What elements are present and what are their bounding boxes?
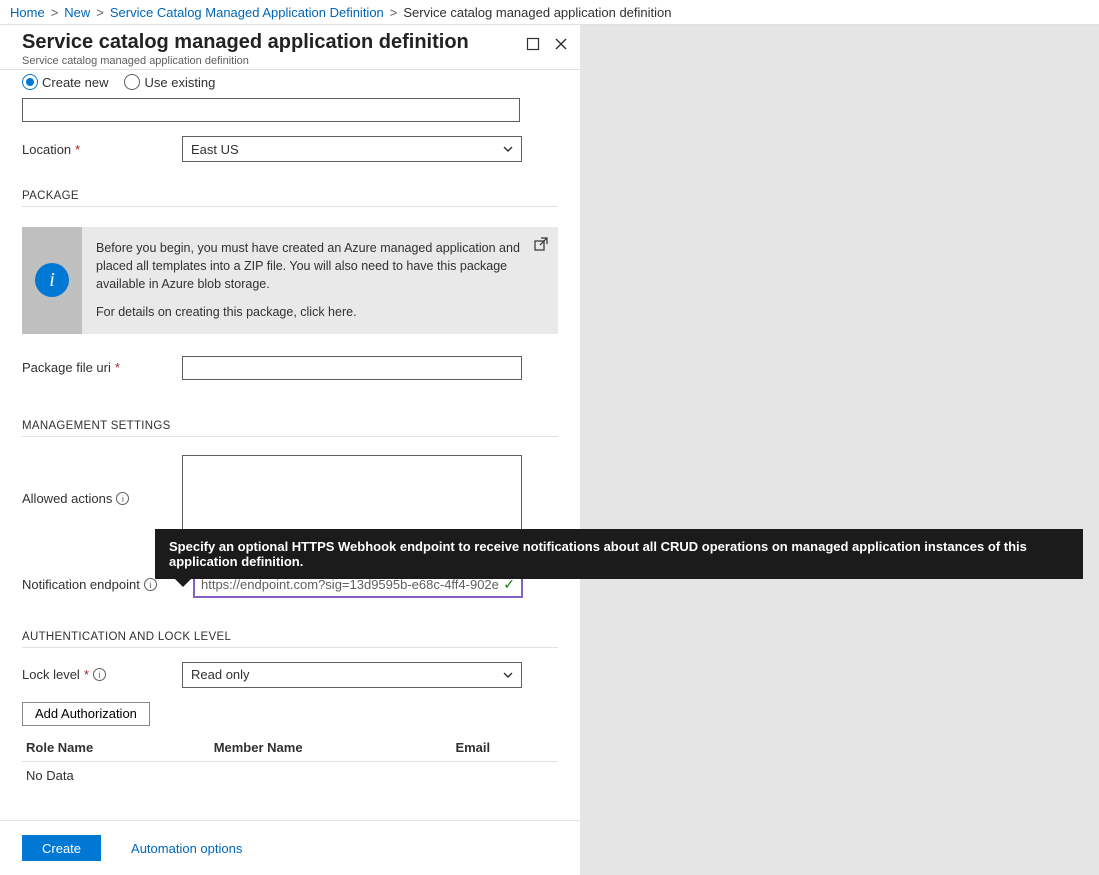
notification-endpoint-value: https://endpoint.com?sig=13d9595b-e68c-4… — [201, 577, 499, 592]
create-button[interactable]: Create — [22, 835, 101, 861]
radio-create-new-label: Create new — [42, 75, 108, 90]
allowed-actions-label: Allowed actions i — [22, 491, 182, 506]
notification-endpoint-label: Notification endpoint i — [22, 577, 194, 592]
blade-body[interactable]: Create new Use existing Location* East U… — [0, 70, 580, 820]
blade-subtitle: Service catalog managed application defi… — [22, 55, 566, 67]
lock-level-value: Read only — [191, 667, 250, 682]
location-select[interactable]: East US — [182, 136, 522, 162]
breadcrumb-catalog[interactable]: Service Catalog Managed Application Defi… — [110, 5, 384, 20]
radio-create-new[interactable]: Create new — [22, 74, 108, 90]
section-package: PACKAGE — [22, 190, 558, 207]
radio-use-existing-label: Use existing — [144, 75, 215, 90]
table-row-empty: No Data — [22, 761, 558, 789]
breadcrumb-sep: > — [51, 5, 59, 20]
package-info-text1: Before you begin, you must have created … — [96, 239, 544, 293]
breadcrumb: Home > New > Service Catalog Managed App… — [0, 0, 1099, 25]
breadcrumb-new[interactable]: New — [64, 5, 90, 20]
automation-options-link[interactable]: Automation options — [131, 841, 242, 856]
right-gray-panel — [580, 25, 1099, 875]
package-infobox: i Before you begin, you must have create… — [22, 227, 558, 334]
info-circle-icon[interactable]: i — [93, 668, 106, 681]
breadcrumb-current: Service catalog managed application defi… — [403, 5, 671, 20]
package-file-uri-input[interactable] — [182, 356, 522, 380]
col-member-name: Member Name — [210, 734, 452, 762]
notification-endpoint-tooltip: Specify an optional HTTPS Webhook endpoi… — [155, 529, 1083, 579]
blade-title: Service catalog managed application defi… — [22, 31, 566, 54]
external-link-icon[interactable] — [534, 237, 548, 251]
col-email: Email — [451, 734, 558, 762]
radio-use-existing[interactable]: Use existing — [124, 74, 215, 90]
restore-icon[interactable] — [524, 35, 542, 53]
lock-level-label: Lock level* i — [22, 667, 182, 682]
add-authorization-button[interactable]: Add Authorization — [22, 702, 150, 726]
location-label: Location* — [22, 142, 182, 157]
breadcrumb-home[interactable]: Home — [10, 5, 45, 20]
info-icon: i — [35, 263, 69, 297]
blade-header: Service catalog managed application defi… — [0, 25, 580, 70]
close-icon[interactable] — [552, 35, 570, 53]
info-circle-icon[interactable]: i — [116, 492, 129, 505]
authorization-table: Role Name Member Name Email No Data — [22, 734, 558, 789]
no-data-cell: No Data — [22, 761, 558, 789]
package-info-text2: For details on creating this package, cl… — [96, 303, 544, 321]
section-auth: AUTHENTICATION AND LOCK LEVEL — [22, 631, 558, 648]
package-file-uri-label: Package file uri* — [22, 360, 182, 375]
lock-level-select[interactable]: Read only — [182, 662, 522, 688]
blade-footer: Create Automation options — [0, 820, 580, 875]
section-management: MANAGEMENT SETTINGS — [22, 420, 558, 437]
location-value: East US — [191, 142, 239, 157]
breadcrumb-sep: > — [96, 5, 104, 20]
col-role-name: Role Name — [22, 734, 210, 762]
breadcrumb-sep: > — [390, 5, 398, 20]
resource-group-name-input[interactable] — [22, 98, 520, 122]
chevron-down-icon — [503, 669, 513, 681]
blade-panel: Service catalog managed application defi… — [0, 25, 580, 875]
chevron-down-icon — [503, 143, 513, 155]
info-circle-icon[interactable]: i — [144, 578, 157, 591]
